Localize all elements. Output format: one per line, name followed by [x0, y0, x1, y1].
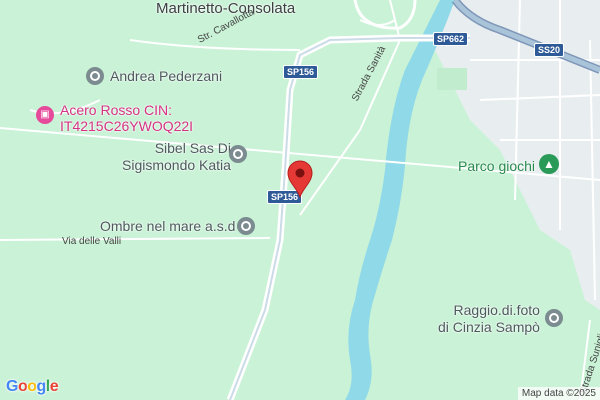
red-location-marker-icon[interactable] [287, 160, 313, 198]
poi-raggio-line2: di Cinzia Sampò [438, 319, 540, 335]
poi-acero-rosso-line1: Acero Rosso CIN: [60, 102, 173, 118]
poi-parco-giochi[interactable]: Parco giochi [458, 158, 535, 174]
street-label-via-delle-valli: Via delle Valli [62, 236, 122, 247]
route-shield-ss20: SS20 [534, 43, 565, 57]
poi-sibel-sas[interactable]: Sibel Sas Di Sigismondo Katia [122, 140, 231, 174]
park-area [437, 68, 467, 90]
hotel-bed-icon[interactable]: ▣ [36, 106, 54, 124]
poi-sibel-line1: Sibel Sas Di [154, 140, 231, 156]
poi-raggio-di-foto[interactable]: Raggio.di.foto di Cinzia Sampò [438, 302, 540, 336]
map-attribution[interactable]: Map data ©2025 [517, 387, 600, 400]
route-shield-sp662: SP662 [433, 32, 469, 46]
tree-park-icon[interactable]: ▲ [539, 154, 559, 174]
poi-raggio-line1: Raggio.di.foto [453, 302, 540, 318]
area-title: Martinetto-Consolata [156, 0, 296, 17]
poi-ombre-nel-mare[interactable]: Ombre nel mare a.s.d [100, 218, 235, 234]
place-pin-icon[interactable] [237, 217, 255, 235]
route-shield-sp156: SP156 [283, 65, 319, 79]
place-pin-icon[interactable] [229, 145, 247, 163]
poi-sibel-line2: Sigismondo Katia [122, 157, 231, 173]
google-logo: Google [6, 378, 59, 395]
poi-acero-rosso[interactable]: Acero Rosso CIN: IT4215C26YWOQ22I [60, 102, 193, 134]
poi-andrea-pederzani[interactable]: Andrea Pederzani [110, 68, 222, 84]
place-pin-icon[interactable] [86, 67, 104, 85]
poi-acero-rosso-line2: IT4215C26YWOQ22I [60, 118, 194, 134]
place-pin-icon[interactable] [545, 309, 563, 327]
